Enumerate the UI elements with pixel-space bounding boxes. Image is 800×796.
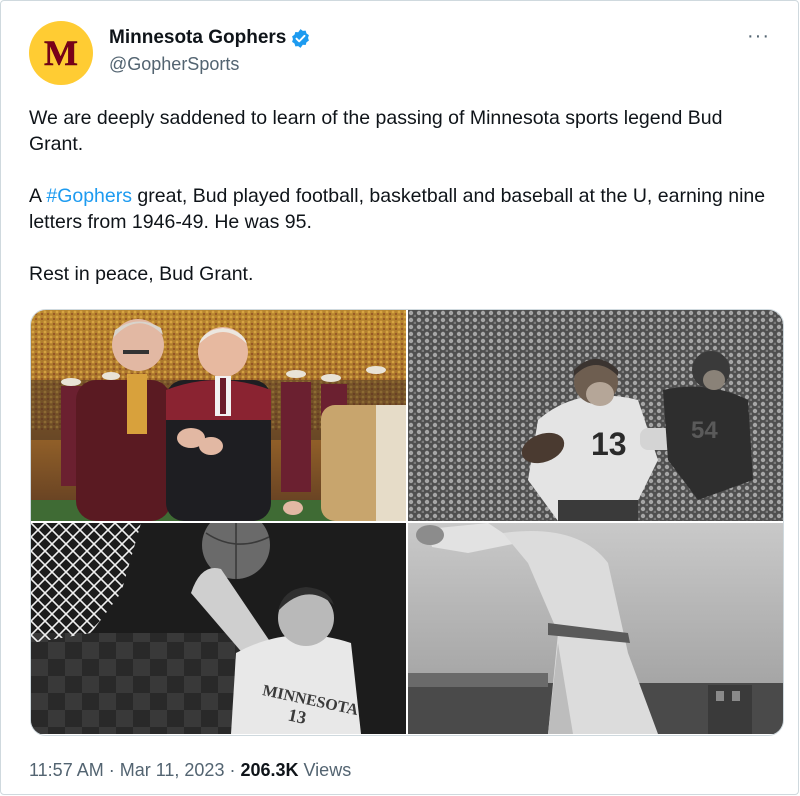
photo-football-player[interactable]: 13 54 <box>408 310 783 521</box>
avatar[interactable]: M <box>29 21 93 85</box>
gophers-logo-icon: M <box>44 36 78 70</box>
photo-stadium-ceremony[interactable] <box>31 310 406 521</box>
tweet-date[interactable]: Mar 11, 2023 <box>120 760 225 780</box>
baseball-player-image <box>408 523 783 734</box>
tweet-meta: 11:57 AM · Mar 11, 2023 · 206.3K Views <box>29 760 351 781</box>
photo-baseball-player[interactable] <box>408 523 783 734</box>
more-options-icon[interactable]: ··· <box>747 25 770 48</box>
photo-basketball-player[interactable]: MINNESOTA 13 <box>31 523 406 734</box>
basketball-player-image: MINNESOTA 13 <box>31 523 406 734</box>
meta-separator: · <box>103 760 120 780</box>
football-jersey-number: 13 <box>591 426 627 462</box>
tweet-time[interactable]: 11:57 AM <box>29 760 104 780</box>
tweet-text: We are deeply saddened to learn of the p… <box>29 105 774 287</box>
paragraph-2-suffix: great, Bud played football, basketball a… <box>29 185 766 233</box>
verified-badge-icon <box>292 28 310 48</box>
stadium-ceremony-image <box>31 310 406 521</box>
name-row: Minnesota Gophers <box>109 27 311 49</box>
media-grid: 13 54 MINNESOTA 13 <box>30 309 784 736</box>
paragraph-2-prefix: A <box>29 185 47 207</box>
avatar-letter: M <box>44 36 78 70</box>
handle[interactable]: @GopherSports <box>109 54 239 75</box>
hashtag-link[interactable]: #Gophers <box>46 185 132 207</box>
svg-text:54: 54 <box>691 417 718 444</box>
tweet-card: M Minnesota Gophers @GopherSports ··· We… <box>0 0 799 795</box>
display-name[interactable]: Minnesota Gophers <box>109 27 286 49</box>
tweet-paragraph-3: Rest in peace, Bud Grant. <box>29 263 254 285</box>
tweet-paragraph-2: A #Gophers great, Bud played football, b… <box>29 183 774 235</box>
football-player-image: 13 54 <box>408 310 783 521</box>
views-label: Views <box>298 760 352 780</box>
meta-separator: · <box>224 760 241 780</box>
tweet-paragraph-1: We are deeply saddened to learn of the p… <box>29 107 723 155</box>
views-count: 206.3K <box>240 760 299 780</box>
